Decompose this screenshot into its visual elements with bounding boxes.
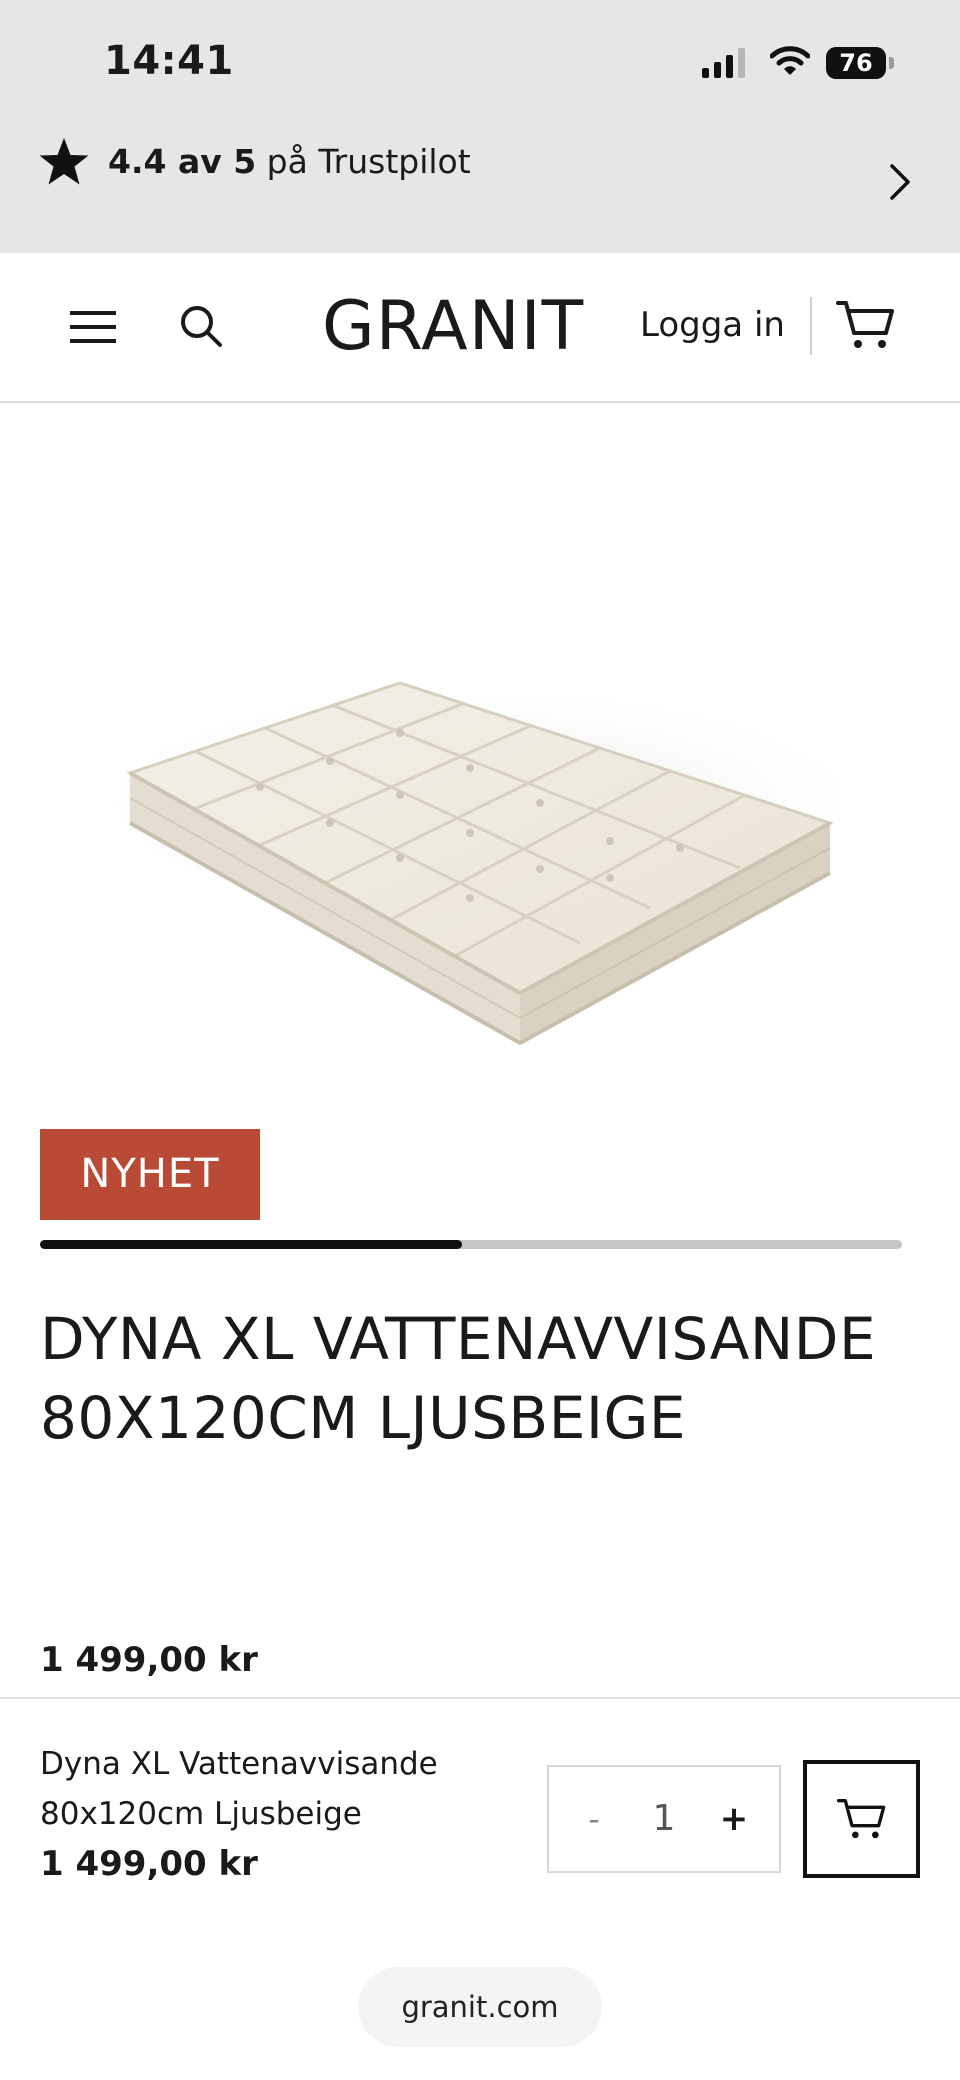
trustpilot-banner[interactable]: 4.4 av 5 på Trustpilot (0, 130, 960, 253)
quantity-value[interactable]: 1 (629, 1767, 699, 1871)
search-icon[interactable] (178, 303, 224, 349)
site-header: GRANIT Logga in (0, 253, 960, 403)
battery-level: 76 (826, 47, 886, 79)
star-icon (39, 138, 89, 185)
add-to-cart-button[interactable] (803, 1760, 920, 1878)
header-divider (810, 297, 812, 355)
gallery-progress-fill (40, 1240, 463, 1249)
sticky-product-price: 1 499,00 kr (40, 1844, 258, 1884)
sticky-add-to-cart-bar: Dyna XL Vattenavvisande 80x120cm Ljusbei… (0, 1697, 960, 2080)
quantity-stepper: - 1 + (547, 1765, 781, 1873)
battery-indicator: 76 (826, 47, 896, 81)
site-logo[interactable]: GRANIT (322, 283, 584, 371)
status-bar: 14:41 76 (0, 0, 960, 130)
product-price: 1 499,00 kr (40, 1640, 258, 1680)
chevron-right-icon[interactable] (886, 160, 914, 204)
signal-icon (702, 48, 745, 78)
cart-icon (837, 1798, 886, 1839)
trustpilot-rating-text: 4.4 av 5 på Trustpilot (108, 140, 471, 184)
top-banner-area: 14:41 76 4.4 av 5 på Trustpilot (0, 0, 960, 253)
increase-quantity-button[interactable]: + (709, 1767, 759, 1871)
trustpilot-rating: 4.4 av 5 (108, 142, 257, 181)
status-time: 14:41 (104, 38, 234, 84)
trustpilot-suffix: på Trustpilot (256, 142, 471, 181)
browser-url-pill[interactable]: granit.com (358, 1967, 602, 2047)
decrease-quantity-button[interactable]: - (569, 1767, 619, 1871)
new-badge: NYHET (40, 1129, 260, 1220)
menu-icon[interactable] (70, 309, 116, 345)
product-image[interactable] (0, 403, 960, 1123)
wifi-icon (770, 46, 810, 75)
login-link[interactable]: Logga in (640, 303, 785, 347)
gallery-progress (40, 1240, 902, 1249)
cart-icon[interactable] (836, 299, 896, 351)
sticky-product-name: Dyna XL Vattenavvisande 80x120cm Ljusbei… (40, 1746, 438, 1832)
cushion-image (80, 681, 880, 1046)
product-title: DYNA XL VATTENAVVISANDE 80X120CM LJUSBEI… (40, 1305, 877, 1452)
